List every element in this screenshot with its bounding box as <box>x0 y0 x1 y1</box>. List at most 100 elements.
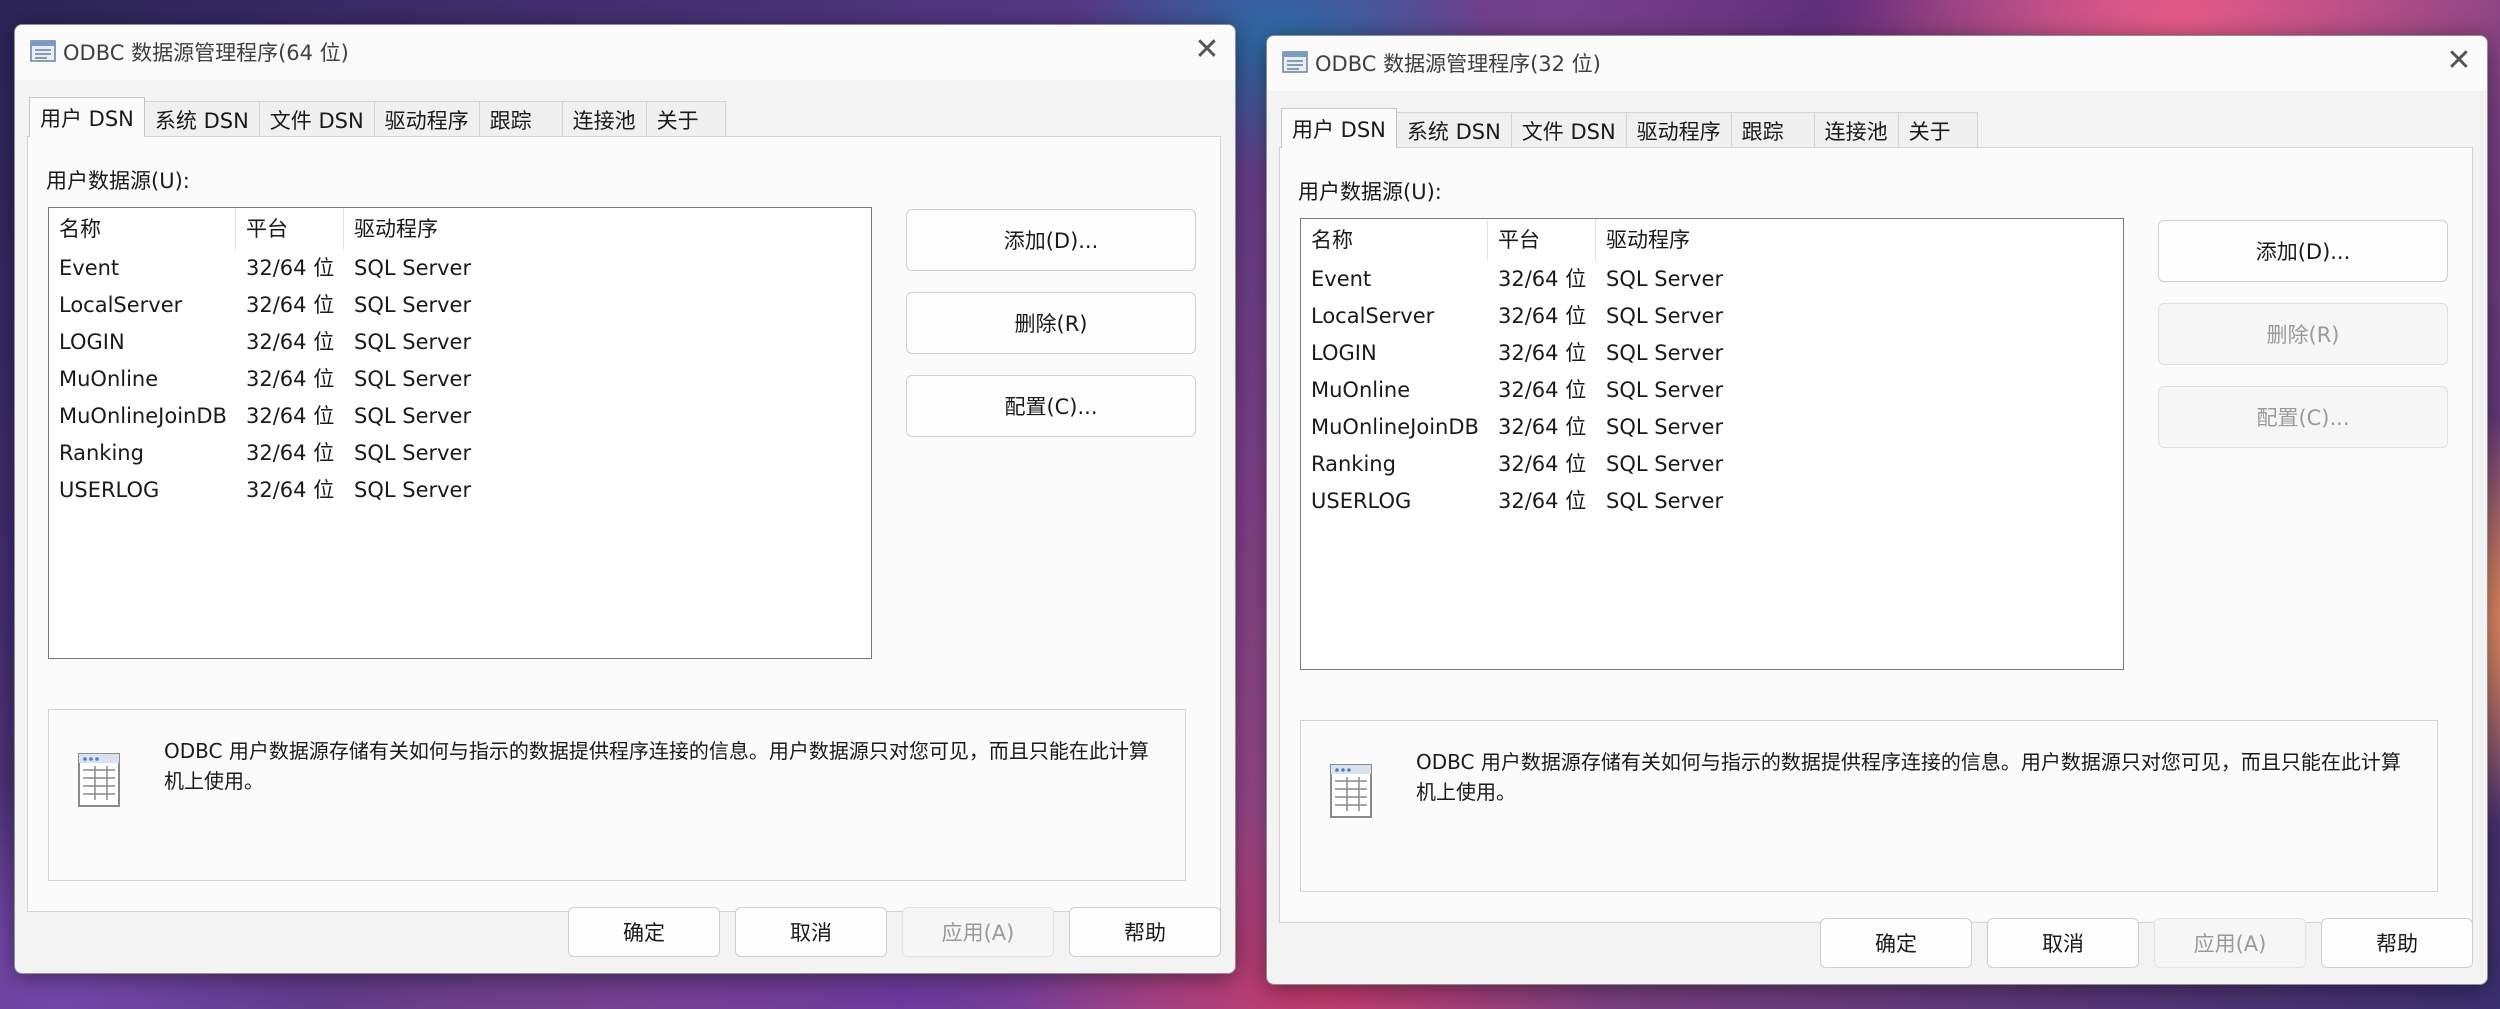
item-driver: SQL Server <box>354 367 472 391</box>
tab-file-dsn[interactable]: 文件 DSN <box>1510 112 1627 148</box>
list-header: 名称 平台 驱动程序 <box>1301 219 2123 261</box>
list-item[interactable]: Ranking 32/64 位 SQL Server <box>49 435 871 472</box>
list-item[interactable]: USERLOG 32/64 位 SQL Server <box>1301 483 2123 520</box>
list-item[interactable]: Ranking 32/64 位 SQL Server <box>1301 446 2123 483</box>
list-item[interactable]: LocalServer 32/64 位 SQL Server <box>1301 298 2123 335</box>
item-driver: SQL Server <box>354 256 472 280</box>
remove-button[interactable]: 删除(R) <box>2158 303 2448 365</box>
list-label: 用户数据源(U): <box>1298 180 1442 204</box>
list-item[interactable]: Event 32/64 位 SQL Server <box>49 250 871 287</box>
data-source-list[interactable]: 名称 平台 驱动程序 Event 32/64 位 SQL Server Loca… <box>48 207 872 659</box>
list-item[interactable]: USERLOG 32/64 位 SQL Server <box>49 472 871 509</box>
cancel-button[interactable]: 取消 <box>735 907 887 957</box>
info-box: ODBC 用户数据源存储有关如何与指示的数据提供程序连接的信息。用户数据源只对您… <box>1300 720 2438 892</box>
tab-tracing[interactable]: 跟踪 <box>1730 112 1815 148</box>
tab-user-dsn[interactable]: 用户 DSN <box>1281 108 1397 148</box>
item-platform: 32/64 位 <box>246 367 335 391</box>
list-item[interactable]: MuOnlineJoinDB 32/64 位 SQL Server <box>1301 409 2123 446</box>
tab-about[interactable]: 关于 <box>645 101 726 137</box>
help-button[interactable]: 帮助 <box>2321 918 2473 968</box>
info-description: ODBC 用户数据源存储有关如何与指示的数据提供程序连接的信息。用户数据源只对您… <box>164 739 1149 793</box>
item-name: MuOnline <box>59 367 159 391</box>
list-item[interactable]: Event 32/64 位 SQL Server <box>1301 261 2123 298</box>
item-name: LOGIN <box>59 330 125 354</box>
tab-connection-pooling[interactable]: 连接池 <box>1813 112 1899 148</box>
info-box: ODBC 用户数据源存储有关如何与指示的数据提供程序连接的信息。用户数据源只对您… <box>48 709 1186 881</box>
item-name: LocalServer <box>1311 304 1435 328</box>
tab-file-dsn[interactable]: 文件 DSN <box>258 101 375 137</box>
list-item[interactable]: LOGIN 32/64 位 SQL Server <box>49 324 871 361</box>
configure-button[interactable]: 配置(C)... <box>906 375 1196 437</box>
list-item[interactable]: MuOnline 32/64 位 SQL Server <box>1301 372 2123 409</box>
list-header: 名称 平台 驱动程序 <box>49 208 871 250</box>
tab-tracing[interactable]: 跟踪 <box>478 101 563 137</box>
item-driver: SQL Server <box>1606 267 1724 291</box>
data-table-icon <box>1330 764 1372 818</box>
add-button[interactable]: 添加(D)... <box>2158 220 2448 282</box>
configure-button[interactable]: 配置(C)... <box>2158 386 2448 448</box>
tab-system-dsn[interactable]: 系统 DSN <box>143 101 260 137</box>
item-platform: 32/64 位 <box>1498 452 1587 476</box>
item-name: USERLOG <box>59 478 160 502</box>
odbc-window-32: ODBC 数据源管理程序(32 位) ✕ 用户 DSN 系统 DSN 文件 DS… <box>1266 35 2488 985</box>
item-driver: SQL Server <box>1606 378 1724 402</box>
window-title: ODBC 数据源管理程序(64 位) <box>63 41 349 65</box>
list-item[interactable]: MuOnline 32/64 位 SQL Server <box>49 361 871 398</box>
item-platform: 32/64 位 <box>246 293 335 317</box>
odbc-app-icon <box>1282 51 1308 73</box>
item-name: LocalServer <box>59 293 183 317</box>
item-platform: 32/64 位 <box>1498 489 1587 513</box>
item-name: Ranking <box>59 441 144 465</box>
tab-system-dsn[interactable]: 系统 DSN <box>1395 112 1512 148</box>
add-button[interactable]: 添加(D)... <box>906 209 1196 271</box>
column-header-name[interactable]: 名称 <box>49 208 236 250</box>
item-name: Event <box>1311 267 1372 291</box>
close-icon: ✕ <box>2446 42 2472 78</box>
ok-button[interactable]: 确定 <box>1820 918 1972 968</box>
column-header-driver[interactable]: 驱动程序 <box>344 208 584 250</box>
column-header-driver[interactable]: 驱动程序 <box>1596 219 1836 261</box>
data-source-list[interactable]: 名称 平台 驱动程序 Event 32/64 位 SQL Server Loca… <box>1300 218 2124 670</box>
item-platform: 32/64 位 <box>246 330 335 354</box>
title-bar[interactable]: ODBC 数据源管理程序(64 位) ✕ <box>15 25 1235 80</box>
item-driver: SQL Server <box>354 330 472 354</box>
apply-button[interactable]: 应用(A) <box>2154 918 2306 968</box>
item-driver: SQL Server <box>354 293 472 317</box>
apply-button[interactable]: 应用(A) <box>902 907 1054 957</box>
column-header-platform[interactable]: 平台 <box>1488 219 1596 261</box>
item-name: MuOnlineJoinDB <box>1311 415 1479 439</box>
column-header-name[interactable]: 名称 <box>1301 219 1488 261</box>
close-button[interactable]: ✕ <box>2437 40 2481 80</box>
item-name: USERLOG <box>1311 489 1412 513</box>
list-item[interactable]: LOGIN 32/64 位 SQL Server <box>1301 335 2123 372</box>
item-driver: SQL Server <box>1606 304 1724 328</box>
tab-connection-pooling[interactable]: 连接池 <box>561 101 647 137</box>
tab-drivers[interactable]: 驱动程序 <box>373 101 480 137</box>
tab-about[interactable]: 关于 <box>1897 112 1978 148</box>
item-platform: 32/64 位 <box>1498 267 1587 291</box>
tab-user-dsn[interactable]: 用户 DSN <box>29 97 145 137</box>
help-button[interactable]: 帮助 <box>1069 907 1221 957</box>
item-driver: SQL Server <box>354 441 472 465</box>
tab-panel-user-dsn: 用户数据源(U): 名称 平台 驱动程序 Event 32/64 位 SQL S… <box>27 136 1221 912</box>
remove-button[interactable]: 删除(R) <box>906 292 1196 354</box>
tab-bar: 用户 DSN 系统 DSN 文件 DSN 驱动程序 跟踪 连接池 关于 <box>1281 108 1978 148</box>
odbc-window-64: ODBC 数据源管理程序(64 位) ✕ 用户 DSN 系统 DSN 文件 DS… <box>14 24 1236 974</box>
item-driver: SQL Server <box>1606 415 1724 439</box>
close-button[interactable]: ✕ <box>1185 29 1229 69</box>
item-name: MuOnlineJoinDB <box>59 404 227 428</box>
item-name: LOGIN <box>1311 341 1377 365</box>
ok-button[interactable]: 确定 <box>568 907 720 957</box>
cancel-button[interactable]: 取消 <box>1987 918 2139 968</box>
item-driver: SQL Server <box>354 478 472 502</box>
info-description: ODBC 用户数据源存储有关如何与指示的数据提供程序连接的信息。用户数据源只对您… <box>1416 750 2401 804</box>
list-item[interactable]: LocalServer 32/64 位 SQL Server <box>49 287 871 324</box>
item-platform: 32/64 位 <box>1498 415 1587 439</box>
title-bar[interactable]: ODBC 数据源管理程序(32 位) ✕ <box>1267 36 2487 91</box>
item-driver: SQL Server <box>1606 489 1724 513</box>
column-header-platform[interactable]: 平台 <box>236 208 344 250</box>
tab-drivers[interactable]: 驱动程序 <box>1625 112 1732 148</box>
item-driver: SQL Server <box>354 404 472 428</box>
item-platform: 32/64 位 <box>246 441 335 465</box>
list-item[interactable]: MuOnlineJoinDB 32/64 位 SQL Server <box>49 398 871 435</box>
